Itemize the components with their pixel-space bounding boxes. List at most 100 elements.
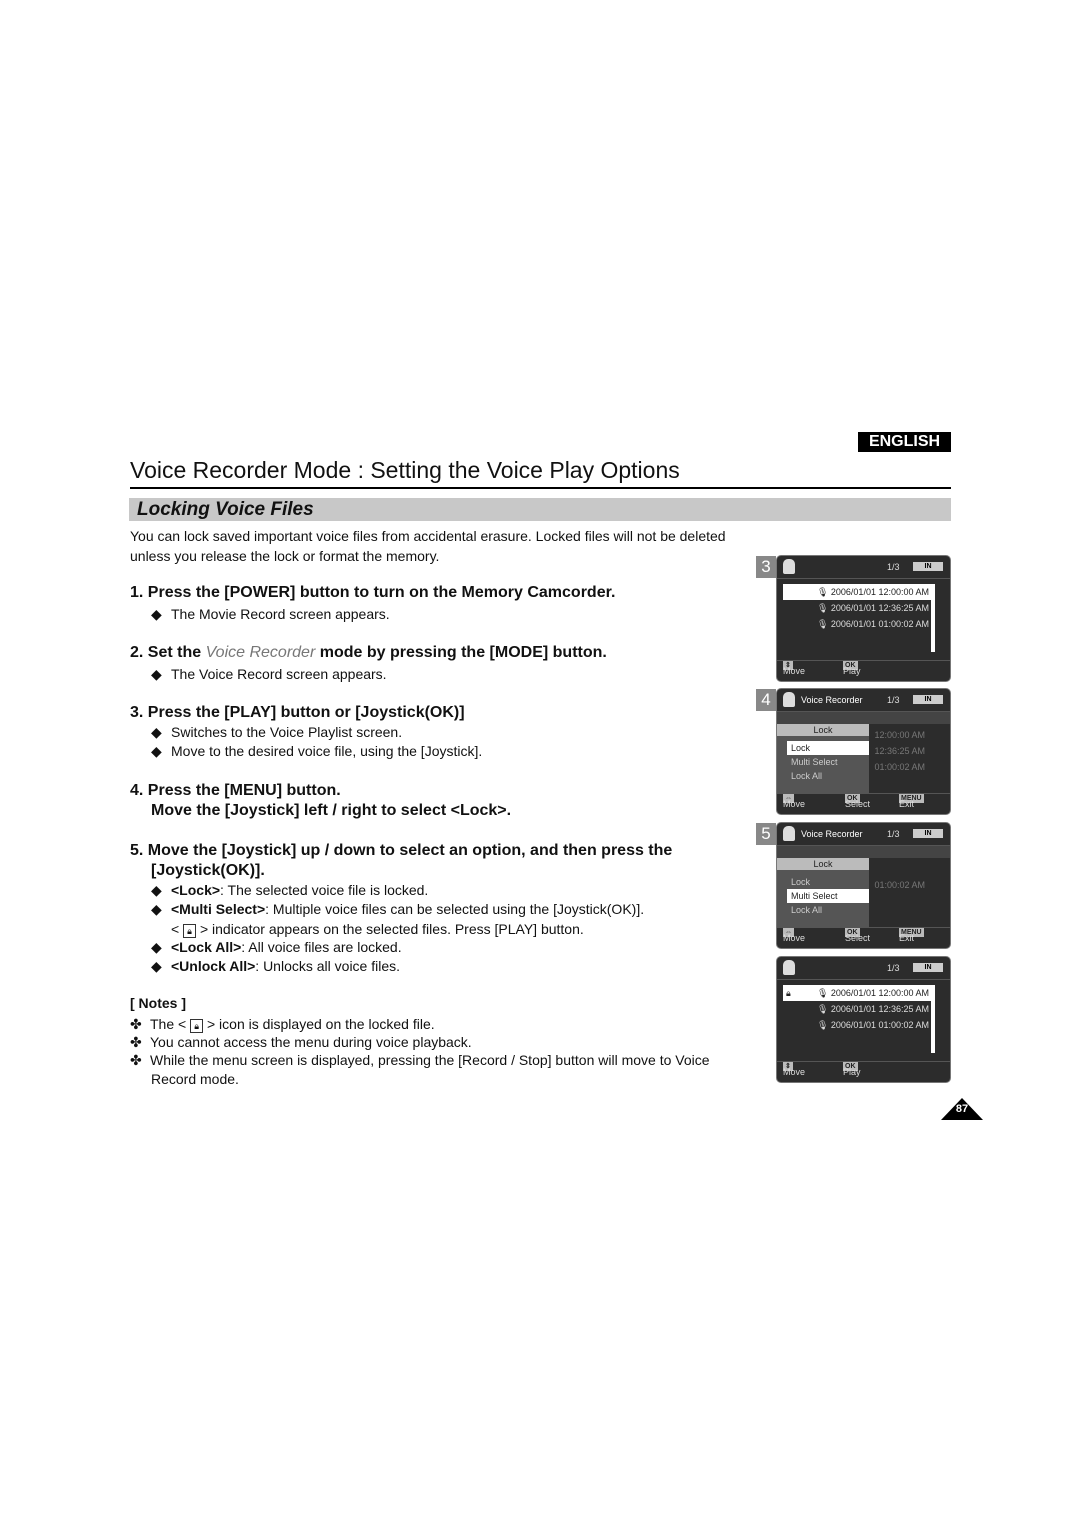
option-unlock-all: ◆ <Unlock All>: Unlocks all voice files. <box>151 958 400 975</box>
step-number: 4. <box>130 782 144 799</box>
file-row-locked: 🔒︎ 🎙︎ 2006/01/01 12:00:00 AM <box>783 985 933 1001</box>
menu-header: Lock <box>777 724 869 736</box>
option-desc: : Multiple voice files can be selected u… <box>265 901 645 917</box>
screen-playlist: 1/3 IN 🎙︎ 2006/01/01 12:00:00 AM 🎙︎ 2006/0… <box>776 555 951 682</box>
screen-menu-multi-select: Voice Recorder 1/3 IN 01:00:02 AM Lock Lock… <box>776 822 951 949</box>
battery-memory-icon: IN <box>913 963 943 972</box>
menu-item-multi-select[interactable]: Multi Select <box>787 889 869 903</box>
option-key: <Multi Select> <box>171 901 266 917</box>
file-row: 🎙︎ 2006/01/01 01:00:02 AM <box>816 619 929 629</box>
page-title: Voice Recorder Mode : Setting the Voice … <box>130 457 680 483</box>
note-3-line-2: Record mode. <box>151 1071 239 1087</box>
cross-bullet-icon: ✤ <box>130 1034 142 1050</box>
step-4: 4. Press the [MENU] button. <box>130 782 341 800</box>
option-lock-all: ◆ <Lock All>: All voice files are locked. <box>151 939 402 956</box>
option-desc: : All voice files are locked. <box>241 939 402 955</box>
step-5-line-2: [Joystick(OK)]. <box>151 862 265 879</box>
step-4-line-2: Move the [Joystick] left / right to sele… <box>151 802 512 819</box>
file-counter: 1/3 <box>887 963 900 973</box>
section-band: Locking Voice Files <box>129 498 951 521</box>
diamond-icon: ◆ <box>151 882 162 898</box>
intro-line-2: unless you release the lock or format th… <box>130 548 440 564</box>
battery-memory-icon: IN <box>913 695 943 704</box>
option-multi-select: ◆ <Multi Select>: Multiple voice files ca… <box>151 901 644 918</box>
step-text: Set the <box>147 644 206 661</box>
lock-menu: Lock Lock Multi Select Lock All <box>777 858 869 928</box>
note-text: The < <box>150 1016 187 1032</box>
note-2: ✤ You cannot access the menu during voice… <box>130 1034 472 1051</box>
notes-heading: [ Notes ] <box>130 995 186 1011</box>
note-text: While the menu screen is displayed, pres… <box>150 1052 710 1068</box>
note-text: You cannot access the menu during voice … <box>150 1034 472 1050</box>
section-title: Locking Voice Files <box>137 499 314 520</box>
diamond-icon: ◆ <box>151 939 162 955</box>
step-number: 3. <box>130 704 144 721</box>
lock-icon: 🔒︎ <box>190 1019 204 1033</box>
manual-page: ENGLISH Voice Recorder Mode : Setting th… <box>0 0 1080 1527</box>
menu-item-lock-all[interactable]: Lock All <box>777 903 869 917</box>
intro-line-1: You can lock saved important voice files… <box>130 528 726 544</box>
step-1: 1. Press the [POWER] button to turn on t… <box>130 584 615 602</box>
step-text: Press the [MENU] button. <box>147 782 341 799</box>
voice-mode-icon <box>783 826 795 841</box>
diamond-icon: ◆ <box>151 606 162 622</box>
screen-title: Voice Recorder <box>801 695 863 705</box>
diamond-icon: ◆ <box>151 901 162 917</box>
mode-name: Voice Recorder <box>205 644 316 661</box>
bullet-text: The Voice Record screen appears. <box>171 666 387 682</box>
step-text: Press the [PLAY] button or [Joystick(OK)… <box>147 704 465 721</box>
bullet-text: Switches to the Voice Playlist screen. <box>171 724 403 740</box>
menu-item-lock[interactable]: Lock <box>787 741 869 755</box>
lock-icon: 🔒︎ <box>786 988 791 998</box>
step-text: Press the [POWER] button to turn on the … <box>147 584 616 601</box>
diamond-icon: ◆ <box>151 743 162 759</box>
menu-item-lock-all[interactable]: Lock All <box>777 769 869 783</box>
voice-mode-icon <box>783 960 795 975</box>
option-desc: : Unlocks all voice files. <box>255 958 401 974</box>
note-text: > icon is displayed on the locked file. <box>206 1016 435 1032</box>
file-counter: 1/3 <box>887 695 900 705</box>
menu-item-multi-select[interactable]: Multi Select <box>777 755 869 769</box>
screen-number: 3 <box>756 556 776 578</box>
screen-number: 5 <box>756 823 776 845</box>
screen-menu-lock: Voice Recorder 1/3 IN 12:00:00 AM 12:36:25 … <box>776 688 951 815</box>
menu-item-lock[interactable]: Lock <box>777 875 869 889</box>
bullet-text: Move to the desired voice file, using th… <box>171 743 483 759</box>
sub-text: > indicator appears on the selected file… <box>199 921 584 937</box>
step-3: 3. Press the [PLAY] button or [Joystick(… <box>130 704 465 722</box>
cross-bullet-icon: ✤ <box>130 1016 142 1032</box>
file-counter: 1/3 <box>887 829 900 839</box>
sub-text: < <box>171 921 180 937</box>
voice-mode-icon <box>783 692 795 707</box>
battery-memory-icon: IN <box>913 829 943 838</box>
step-2-bullet: ◆ The Voice Record screen appears. <box>151 666 387 683</box>
step-3-bullet: ◆ Switches to the Voice Playlist screen. <box>151 724 402 741</box>
option-key: <Lock All> <box>171 939 242 955</box>
file-row: 🎙︎ 2006/01/01 01:00:02 AM <box>816 1020 929 1030</box>
screen-number: 4 <box>756 689 776 711</box>
note-1: ✤ The < 🔒︎ > icon is displayed on the loc… <box>130 1016 435 1033</box>
screen-playlist-locked: 1/3 IN 🔒︎ 🎙︎ 2006/01/01 12:00:00 AM 🎙︎ 2006… <box>776 956 951 1083</box>
menu-tabs <box>777 712 950 724</box>
option-desc: : The selected voice file is locked. <box>220 882 429 898</box>
step-2: 2. Set the Voice Recorder mode by pressi… <box>130 644 607 662</box>
option-key: <Lock> <box>171 882 221 898</box>
bullet-text: The Movie Record screen appears. <box>171 606 390 622</box>
option-multi-select-sub: < 🔒︎ > indicator appears on the selected… <box>171 921 584 938</box>
page-number: 87 <box>955 1103 969 1115</box>
step-5: 5. Move the [Joystick] up / down to sele… <box>130 842 672 860</box>
lock-icon: 🔒︎ <box>183 924 197 938</box>
lock-menu: Lock Lock Multi Select Lock All <box>777 724 869 794</box>
menu-header: Lock <box>777 858 869 870</box>
menu-tabs <box>777 846 950 858</box>
file-row: 🎙︎ 2006/01/01 12:36:25 AM <box>816 1004 929 1014</box>
diamond-icon: ◆ <box>151 958 162 974</box>
screen-title: Voice Recorder <box>801 829 863 839</box>
option-lock: ◆ <Lock>: The selected voice file is lock… <box>151 882 428 899</box>
step-number: 2. <box>130 644 144 661</box>
step-1-bullet: ◆ The Movie Record screen appears. <box>151 606 390 623</box>
step-text: Move the [Joystick] up / down to select … <box>147 842 673 859</box>
diamond-icon: ◆ <box>151 724 162 740</box>
scrollbar <box>931 584 935 652</box>
option-key: <Unlock All> <box>171 958 256 974</box>
